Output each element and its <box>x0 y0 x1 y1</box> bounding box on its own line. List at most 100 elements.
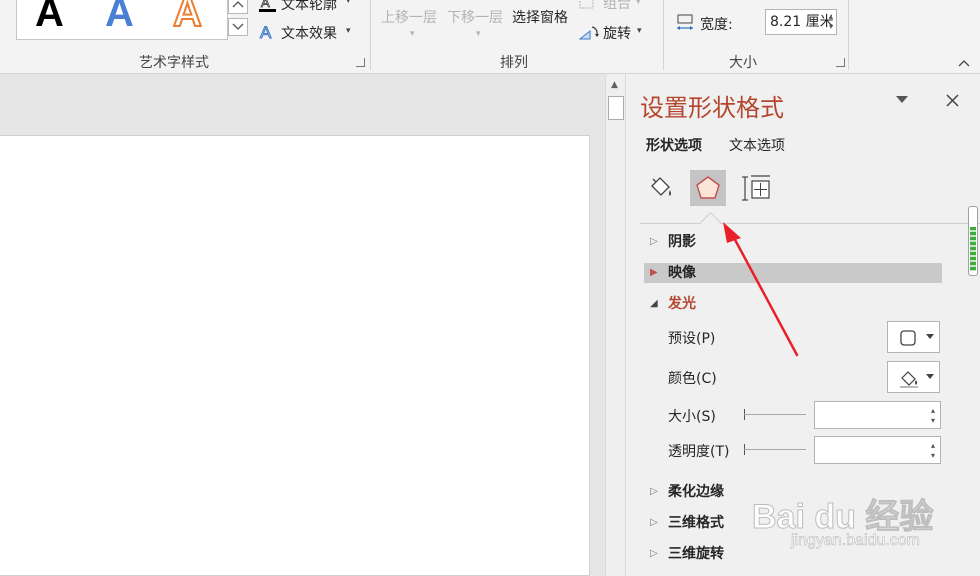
section-reflection[interactable]: ▶ 映像 <box>644 263 942 283</box>
pane-title: 设置形状格式 <box>640 94 784 122</box>
glow-color-dropdown[interactable] <box>887 361 940 393</box>
glow-transparency-input[interactable]: ▴ ▾ <box>814 436 941 464</box>
text-effect-icon: A <box>260 23 273 43</box>
text-effect-button[interactable]: A 文本效果 ▾ <box>258 22 370 43</box>
tab-text-options[interactable]: 文本选项 <box>729 135 785 155</box>
dropdown-caret-icon: ▾ <box>346 0 351 6</box>
size-properties-icon <box>742 175 770 201</box>
dropdown-caret-icon: ▾ <box>410 29 415 39</box>
expand-triangle-icon: ▶ <box>650 267 658 278</box>
dropdown-caret-icon: ▾ <box>637 26 642 36</box>
scroll-up-icon[interactable]: ▲ <box>611 80 618 90</box>
fill-color-icon <box>900 371 918 388</box>
ribbon-divider <box>848 0 849 70</box>
expand-triangle-icon: ▷ <box>650 486 658 497</box>
text-outline-icon: A <box>259 0 276 12</box>
section-glow[interactable]: ◢ 发光 <box>644 294 942 314</box>
dropdown-caret-icon: ▾ <box>346 26 351 36</box>
width-spinner[interactable]: ▴ ▾ <box>829 12 833 32</box>
pane-options-dropdown-icon[interactable] <box>896 96 908 104</box>
scroll-thumb[interactable] <box>608 96 624 120</box>
selected-category-pointer <box>699 211 722 234</box>
slide-canvas[interactable] <box>0 135 590 576</box>
ribbon-divider <box>370 0 371 70</box>
scroll-grip <box>970 227 976 271</box>
group-objects-icon <box>579 0 594 9</box>
width-input[interactable]: 8.21 厘米 ▴ ▾ <box>765 9 837 35</box>
rotate-icon <box>578 26 599 40</box>
watermark-url: jingyan.baidu.com <box>791 532 920 550</box>
gallery-scroll-buttons <box>228 0 248 38</box>
group-button[interactable]: 组合 ▾ <box>578 0 648 13</box>
glow-transparency-spinner[interactable]: ▴ ▾ <box>931 441 935 461</box>
wordart-group-label: 艺术字样式 <box>139 55 209 71</box>
gallery-more-button[interactable] <box>228 18 248 36</box>
gallery-up-button[interactable] <box>228 0 248 14</box>
text-outline-button[interactable]: A 文本轮廓 ▾ <box>258 0 370 15</box>
glow-preset-swatch-icon <box>900 330 916 346</box>
chevron-down-icon <box>232 23 244 30</box>
ribbon-divider <box>663 0 664 70</box>
selection-pane-button[interactable]: 选择窗格 <box>512 7 568 27</box>
glow-size-input[interactable]: ▴ ▾ <box>814 401 941 429</box>
section-reflection-label: 映像 <box>668 265 696 281</box>
dropdown-caret-icon <box>926 334 934 339</box>
wordart-style-gallery[interactable]: A A A <box>16 0 228 40</box>
send-backward-button[interactable]: 下移一层 <box>447 7 503 27</box>
size-properties-category-button[interactable] <box>739 170 775 206</box>
glow-transparency-label: 透明度(T) <box>668 444 730 460</box>
width-icon <box>677 14 693 30</box>
text-outline-label: 文本轮廓 <box>281 0 337 13</box>
size-dialog-launcher-icon[interactable] <box>836 58 845 67</box>
glow-preset-dropdown[interactable] <box>887 321 940 353</box>
group-label: 组合 <box>603 0 631 12</box>
chevron-up-icon <box>232 1 244 8</box>
dropdown-caret-icon <box>926 374 934 379</box>
glow-size-spinner[interactable]: ▴ ▾ <box>931 406 935 426</box>
section-3d-rotation-label: 三维旋转 <box>668 546 724 562</box>
expand-triangle-icon: ▷ <box>650 517 658 528</box>
collapse-ribbon-icon[interactable] <box>957 58 971 68</box>
dropdown-caret-icon: ▾ <box>636 0 641 7</box>
section-shadow-label: 阴影 <box>668 234 696 250</box>
wordart-style-blue[interactable]: A <box>105 0 134 37</box>
glow-transparency-slider[interactable] <box>744 449 806 450</box>
glow-color-label: 颜色(C) <box>668 371 717 387</box>
glow-size-label: 大小(S) <box>668 409 716 425</box>
slide-vertical-scrollbar[interactable]: ▲ <box>605 74 626 576</box>
wordart-style-orange-outline[interactable]: A <box>172 0 203 37</box>
collapse-triangle-icon: ◢ <box>650 298 658 309</box>
wordart-dialog-launcher-icon[interactable] <box>356 58 365 67</box>
watermark-brand: Bai du 经验 <box>751 498 934 537</box>
section-shadow[interactable]: ▷ 阴影 <box>644 232 942 252</box>
arrange-group-label: 排列 <box>500 55 528 71</box>
pane-vertical-scrollbar[interactable] <box>966 202 980 576</box>
close-icon[interactable] <box>946 94 959 107</box>
expand-triangle-icon: ▷ <box>650 548 658 559</box>
section-glow-label: 发光 <box>668 296 696 312</box>
width-label: 宽度: <box>700 17 733 33</box>
section-3d-format-label: 三维格式 <box>668 515 724 531</box>
size-group-label: 大小 <box>729 55 757 71</box>
width-value: 8.21 厘米 <box>770 14 834 30</box>
glow-size-slider[interactable] <box>744 414 806 415</box>
pane-scroll-thumb[interactable] <box>968 206 978 276</box>
fill-line-category-button[interactable] <box>642 170 678 206</box>
dropdown-caret-icon: ▾ <box>476 29 481 39</box>
tab-shape-options[interactable]: 形状选项 <box>646 135 702 155</box>
glow-preset-label: 预设(P) <box>668 331 716 347</box>
text-effect-label: 文本效果 <box>281 26 337 42</box>
rotate-button[interactable]: 旋转 ▾ <box>578 22 648 42</box>
effects-category-button[interactable] <box>690 170 726 206</box>
section-soft-edges-label: 柔化边缘 <box>668 484 724 500</box>
svg-text:A: A <box>261 0 270 10</box>
bring-forward-button[interactable]: 上移一层 <box>381 7 437 27</box>
expand-triangle-icon: ▷ <box>650 236 658 247</box>
ribbon: A A A A 文本轮廓 ▾ A 文本效果 ▾ 艺术字样式 上移一层 ▾ 下移一… <box>0 0 980 74</box>
slide-editing-area <box>0 74 605 576</box>
rotate-label: 旋转 <box>603 26 631 42</box>
paint-bucket-icon <box>651 177 671 196</box>
category-divider <box>640 223 980 224</box>
wordart-style-black[interactable]: A <box>35 0 64 37</box>
pentagon-icon <box>696 176 720 199</box>
